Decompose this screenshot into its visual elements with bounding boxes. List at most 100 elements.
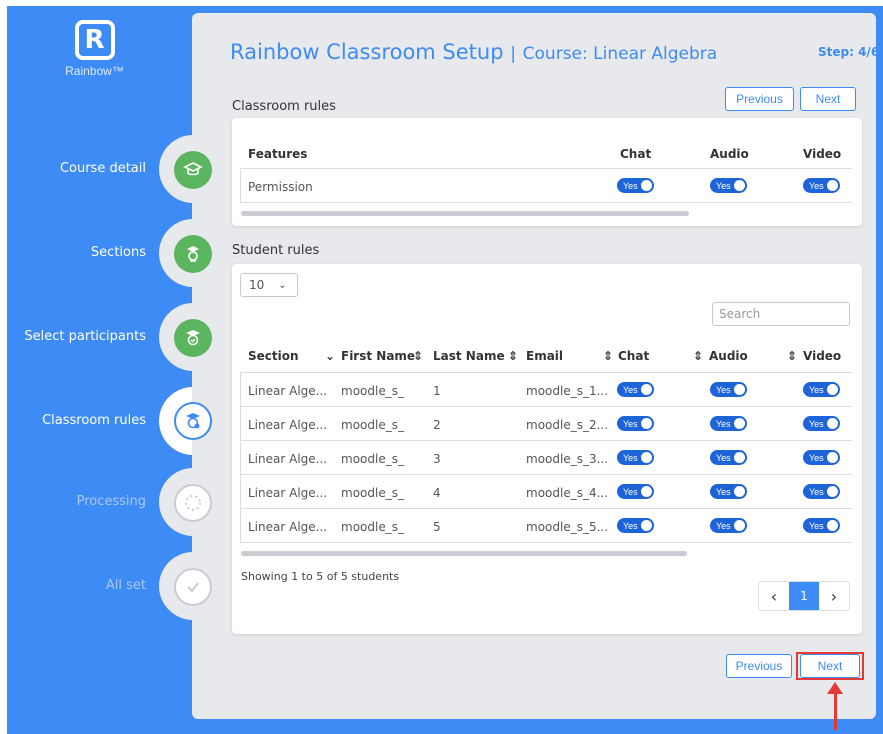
student-video-toggle[interactable]: Yes xyxy=(803,382,840,397)
col-video[interactable]: Video xyxy=(803,349,841,363)
permission-label: Permission xyxy=(248,180,313,194)
step-course-detail[interactable]: Course detail xyxy=(0,161,146,176)
student-chat-toggle[interactable]: Yes xyxy=(617,416,654,431)
cell-email: moodle_s_5... xyxy=(526,520,609,534)
col-chat: Chat xyxy=(620,147,652,161)
toggle-label: Yes xyxy=(623,520,638,531)
toggle-label: Yes xyxy=(623,384,638,395)
col-audio[interactable]: Audio xyxy=(709,349,748,363)
chevron-down-icon: ⌄ xyxy=(278,279,287,291)
student-audio-toggle[interactable]: Yes xyxy=(710,484,747,499)
cell-last-name: 1 xyxy=(433,384,441,398)
cell-first-name: moodle_s_ xyxy=(341,520,404,534)
sort-icon[interactable]: ⇕ xyxy=(413,349,423,363)
cell-last-name: 4 xyxy=(433,486,441,500)
divider xyxy=(240,202,852,203)
toggle-label: Yes xyxy=(623,418,638,429)
permission-chat-toggle[interactable]: Yes xyxy=(617,178,654,193)
toggle-label: Yes xyxy=(716,520,731,531)
page-size-select[interactable]: 10 ⌄ xyxy=(240,273,298,297)
participants-icon[interactable] xyxy=(174,319,212,357)
pagination: ‹ 1 › xyxy=(758,581,850,611)
toggle-label: Yes xyxy=(809,180,824,191)
horizontal-scrollbar[interactable] xyxy=(241,211,689,216)
previous-button-bottom[interactable]: Previous xyxy=(726,654,792,678)
classroom-rules-title: Classroom rules xyxy=(232,99,336,114)
page-title: Rainbow Classroom Setup | Course: Linear… xyxy=(230,40,717,64)
student-chat-toggle[interactable]: Yes xyxy=(617,382,654,397)
col-section[interactable]: Section xyxy=(248,349,299,363)
logo-mark: R xyxy=(74,20,115,60)
student-chat-toggle[interactable]: Yes xyxy=(617,484,654,499)
sort-icon[interactable]: ⇕ xyxy=(508,349,518,363)
section-people-icon[interactable] xyxy=(174,235,212,273)
sort-icon[interactable]: ⇕ xyxy=(787,349,797,363)
col-last-name[interactable]: Last Name xyxy=(433,349,505,363)
previous-button-top[interactable]: Previous xyxy=(725,87,794,111)
toggle-label: Yes xyxy=(809,486,824,497)
col-email[interactable]: Email xyxy=(526,349,563,363)
student-video-toggle[interactable]: Yes xyxy=(803,518,840,533)
step-select-participants[interactable]: Select participants xyxy=(0,329,146,344)
sort-icon[interactable]: ⇕ xyxy=(603,349,613,363)
student-video-toggle[interactable]: Yes xyxy=(803,484,840,499)
cell-last-name: 3 xyxy=(433,452,441,466)
classroom-rules-icon[interactable] xyxy=(174,402,212,440)
title-text: Rainbow Classroom Setup xyxy=(230,40,504,64)
col-audio: Audio xyxy=(710,147,749,161)
student-chat-toggle[interactable]: Yes xyxy=(617,518,654,533)
next-button-highlight xyxy=(796,652,864,680)
step-classroom-rules[interactable]: Classroom rules xyxy=(0,413,146,428)
cell-email: moodle_s_2... xyxy=(526,418,609,432)
sort-icon[interactable]: ⇕ xyxy=(693,349,703,363)
toggle-label: Yes xyxy=(716,452,731,463)
next-page-button[interactable]: › xyxy=(819,582,849,610)
toggle-label: Yes xyxy=(716,418,731,429)
toggle-label: Yes xyxy=(623,180,638,191)
permission-video-toggle[interactable]: Yes xyxy=(803,178,840,193)
step-processing: Processing xyxy=(76,494,146,509)
cell-email: moodle_s_3... xyxy=(526,452,609,466)
cell-email: moodle_s_1... xyxy=(526,384,609,398)
search-input[interactable]: Search xyxy=(712,302,850,326)
step-sections[interactable]: Sections xyxy=(0,245,146,260)
cell-first-name: moodle_s_ xyxy=(341,384,404,398)
cell-section: Linear Alge... xyxy=(248,418,328,432)
cell-email: moodle_s_4... xyxy=(526,486,609,500)
horizontal-scrollbar[interactable] xyxy=(241,551,687,556)
student-chat-toggle[interactable]: Yes xyxy=(617,450,654,465)
col-features: Features xyxy=(248,147,308,161)
toggle-label: Yes xyxy=(623,486,638,497)
divider xyxy=(240,168,241,202)
divider xyxy=(240,542,852,543)
course-name: Course: Linear Algebra xyxy=(522,44,718,64)
red-arrow-shaft xyxy=(834,692,837,730)
page-1-button[interactable]: 1 xyxy=(789,582,819,610)
check-icon xyxy=(174,568,212,606)
page-size-value: 10 xyxy=(249,278,265,292)
student-audio-toggle[interactable]: Yes xyxy=(710,518,747,533)
permission-audio-toggle[interactable]: Yes xyxy=(710,178,747,193)
col-first-name[interactable]: First Name xyxy=(341,349,415,363)
cell-section: Linear Alge... xyxy=(248,452,328,466)
divider xyxy=(240,168,852,169)
graduation-cap-icon[interactable] xyxy=(174,151,212,189)
col-chat[interactable]: Chat xyxy=(618,349,649,363)
student-video-toggle[interactable]: Yes xyxy=(803,416,840,431)
student-video-toggle[interactable]: Yes xyxy=(803,450,840,465)
cell-first-name: moodle_s_ xyxy=(341,452,404,466)
student-audio-toggle[interactable]: Yes xyxy=(710,382,747,397)
toggle-label: Yes xyxy=(809,520,824,531)
prev-page-button[interactable]: ‹ xyxy=(759,582,789,610)
student-audio-toggle[interactable]: Yes xyxy=(710,416,747,431)
step-all-set: All set xyxy=(105,578,146,593)
cell-last-name: 2 xyxy=(433,418,441,432)
next-button-top[interactable]: Next xyxy=(800,87,856,111)
toggle-label: Yes xyxy=(809,384,824,395)
cell-section: Linear Alge... xyxy=(248,520,328,534)
cell-first-name: moodle_s_ xyxy=(341,418,404,432)
student-audio-toggle[interactable]: Yes xyxy=(710,450,747,465)
table-summary: Showing 1 to 5 of 5 students xyxy=(241,570,400,583)
cell-last-name: 5 xyxy=(433,520,441,534)
sort-chevron-icon[interactable]: ⌄ xyxy=(325,349,335,363)
